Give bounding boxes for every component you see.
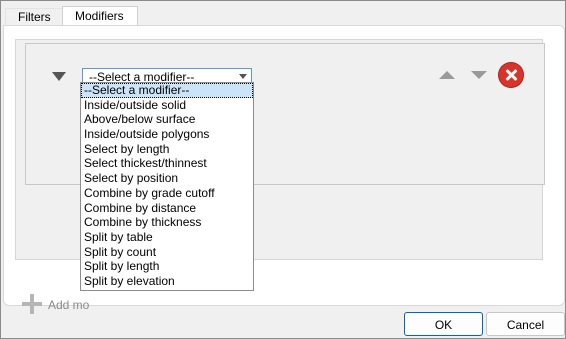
dropdown-option[interactable]: Select thickest/thinnest	[81, 156, 253, 171]
modifier-dropdown-list: --Select a modifier-- Inside/outside sol…	[80, 82, 254, 291]
add-modifier-label: Add mo	[48, 298, 90, 312]
dropdown-option[interactable]: --Select a modifier--	[81, 83, 253, 98]
delete-icon[interactable]	[499, 63, 523, 87]
dropdown-option[interactable]: Select by length	[81, 142, 253, 157]
dialog-window: Filters Modifiers Add mo --Select a modi…	[0, 0, 566, 339]
cancel-button[interactable]: Cancel	[486, 312, 565, 336]
dropdown-option[interactable]: Split by table	[81, 230, 253, 245]
dropdown-option[interactable]: Combine by grade cutoff	[81, 186, 253, 201]
dropdown-option[interactable]: Select by position	[81, 171, 253, 186]
dropdown-option[interactable]: Above/below surface	[81, 112, 253, 127]
dropdown-option[interactable]: Split by count	[81, 245, 253, 260]
move-down-icon[interactable]	[471, 71, 487, 79]
dropdown-option[interactable]: Combine by distance	[81, 201, 253, 216]
move-up-icon[interactable]	[439, 71, 455, 79]
dropdown-option[interactable]: Split by length	[81, 259, 253, 274]
dropdown-option[interactable]: Combine by thickness	[81, 215, 253, 230]
dropdown-option[interactable]: Inside/outside solid	[81, 98, 253, 113]
ok-button[interactable]: OK	[404, 312, 483, 336]
tab-filters[interactable]: Filters	[5, 8, 65, 26]
dropdown-option[interactable]: Split by elevation	[81, 274, 253, 289]
plus-icon	[22, 294, 42, 314]
dropdown-arrow-icon[interactable]	[239, 74, 247, 79]
dropdown-option[interactable]: Inside/outside polygons	[81, 127, 253, 142]
collapse-icon[interactable]	[52, 72, 66, 81]
